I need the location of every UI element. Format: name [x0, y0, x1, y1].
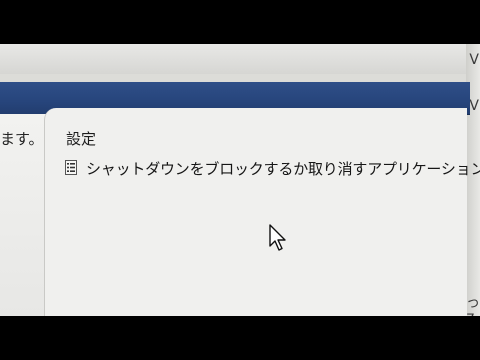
settings-panel [44, 108, 467, 316]
list-item[interactable]: シャットダウンをブロックするか取り消すアプリケーションの自動 [62, 156, 480, 180]
top-band [0, 44, 470, 74]
mouse-pointer-icon [269, 224, 286, 251]
description-text: ます。 [0, 130, 44, 148]
edge-glyph: っ7 [466, 295, 480, 316]
list-icon [65, 160, 77, 175]
settings-heading: 設定 [66, 130, 97, 148]
edge-glyph: V [469, 98, 479, 114]
edge-glyph: V [469, 52, 479, 68]
screen-frame: V V っ7 ます。 設定 シャットダウンをブロックするか取り消すアプリケーショ… [0, 44, 480, 316]
list-item-label: シャットダウンをブロックするか取り消すアプリケーションの自動 [86, 160, 480, 178]
